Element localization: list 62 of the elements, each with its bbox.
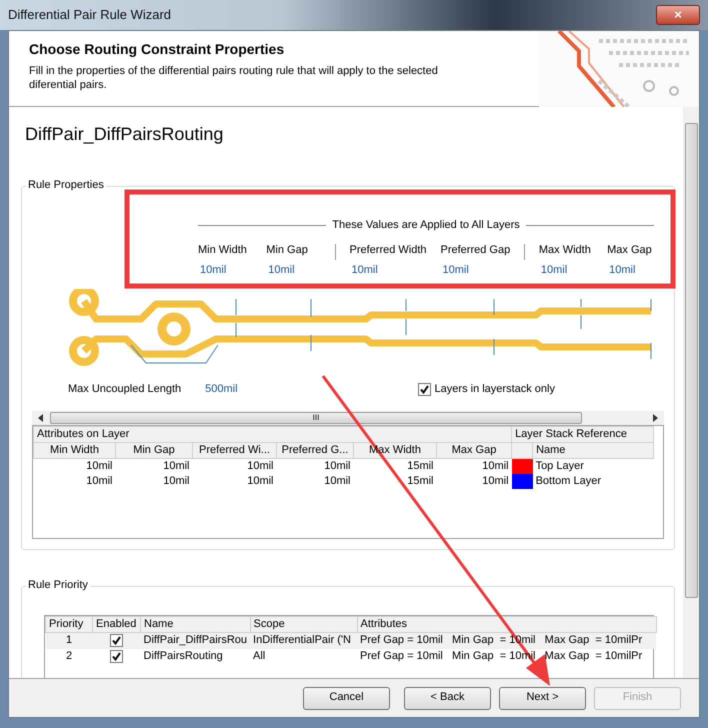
column-header[interactable]: Name: [532, 442, 654, 459]
group-title: Rule Priority: [26, 578, 90, 592]
table-cell: 10mil: [276, 458, 354, 474]
layers-only-checkbox[interactable]: [418, 383, 431, 397]
table-cell: 10mil: [436, 458, 512, 474]
table-cell: DiffPairsRouting: [140, 648, 250, 664]
rule-name: DiffPair_DiffPairsRouting: [25, 124, 224, 146]
table-cell: 10mil: [192, 458, 276, 474]
column-header[interactable]: Name: [140, 616, 250, 632]
table-cell: Bottom Layer: [532, 474, 654, 490]
table-cell: 2: [46, 648, 92, 664]
table-cell-text: 10mil: [246, 474, 274, 490]
value-field[interactable]: 10mil: [351, 264, 440, 278]
column-header[interactable]: Min Gap: [116, 442, 192, 459]
column-header[interactable]: Priority: [46, 616, 92, 632]
banner-text: These Values are Applied to All Layers: [332, 218, 520, 232]
column-header[interactable]: Attributes: [357, 616, 656, 632]
value-label: Preferred Gap: [440, 244, 512, 257]
column-header[interactable]: Preferred Wi...: [192, 442, 276, 459]
table-cell-text: 15mil: [406, 474, 434, 490]
table-cell: All: [250, 648, 358, 664]
value-label: Max Width: [538, 244, 592, 257]
page-title: Choose Routing Constraint Properties: [29, 41, 286, 58]
page-description: Fill in the properties of the differential pairs routing rule that will apply to the selected diferential pairs.: [29, 64, 439, 92]
checkbox-label: Layers in layerstack only: [434, 383, 555, 397]
table-cell-text: 10mil: [481, 474, 510, 490]
enabled-checkbox[interactable]: [110, 650, 123, 662]
value-field[interactable]: 10mil: [540, 264, 608, 278]
column-header[interactable]: Min Width: [34, 442, 116, 459]
table-cell: InDifferentialPair ('N: [250, 632, 358, 649]
value-field[interactable]: 10mil: [609, 264, 664, 278]
table-cell: 1: [46, 632, 92, 649]
wizard-button[interactable]: Next >: [499, 686, 586, 710]
value-label: Preferred Width: [349, 244, 428, 257]
window-title: Differential Pair Rule Wizard: [8, 7, 172, 23]
column-header[interactable]: Enabled: [92, 616, 140, 632]
column-group-header: Layer Stack Reference: [512, 426, 654, 442]
value-label: Min Width: [198, 244, 248, 257]
table-cell: 10mil: [116, 458, 192, 474]
column-header[interactable]: Scope: [250, 616, 358, 632]
column-header[interactable]: Preferred G...: [276, 442, 354, 459]
table-cell: 10mil: [34, 458, 116, 474]
wizard-button[interactable]: Cancel: [303, 686, 390, 710]
value-field[interactable]: 10mil: [200, 264, 266, 278]
column-group-header: Attributes on Layer: [34, 426, 512, 442]
field-label: Max Uncoupled Length: [68, 383, 182, 397]
value-label: Min Gap: [266, 244, 309, 257]
value-field[interactable]: 10mil: [268, 264, 335, 278]
value-label: Max Gap: [607, 244, 653, 257]
horizontal-scrollbar[interactable]: III: [32, 410, 664, 425]
uncoupled-length-value[interactable]: 500mil: [205, 383, 238, 397]
enabled-checkbox[interactable]: [110, 634, 123, 646]
table-cell: Top Layer: [532, 458, 654, 474]
table-cell-text: 10mil: [323, 474, 352, 490]
wizard-button[interactable]: < Back: [404, 686, 491, 710]
table-cell: 15mil: [354, 458, 436, 474]
column-header[interactable]: Max Gap: [436, 442, 512, 459]
table-cell: DiffPair_DiffPairsRou: [140, 632, 250, 649]
table-cell-text: 10mil: [85, 474, 114, 490]
value-field[interactable]: 10mil: [442, 264, 524, 278]
group-title: Rule Properties: [26, 178, 106, 192]
table-cell-text: 10mil: [162, 474, 190, 490]
